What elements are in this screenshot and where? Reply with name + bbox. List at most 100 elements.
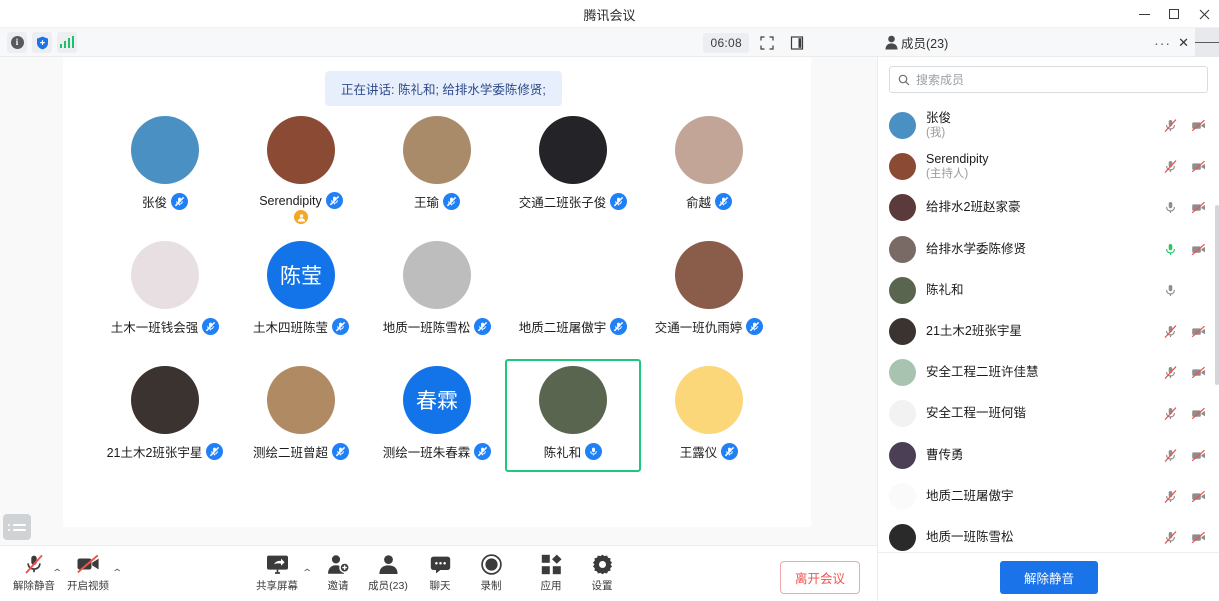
participant-name: 安全工程一班何锴 bbox=[926, 406, 1027, 421]
leave-meeting-button[interactable]: 离开会议 bbox=[779, 561, 860, 594]
camera-off-icon[interactable] bbox=[1191, 489, 1206, 504]
participant-row[interactable]: 给排水学委陈修贤 bbox=[878, 229, 1219, 270]
participant-row[interactable]: 21土木2班张宇星 bbox=[878, 311, 1219, 352]
camera-off-icon[interactable] bbox=[1191, 159, 1206, 174]
panel-scrollbar-thumb[interactable] bbox=[1215, 205, 1219, 385]
participant-name: Serendipity bbox=[926, 152, 989, 167]
participant-tile[interactable]: 张俊 bbox=[97, 109, 233, 222]
participant-row[interactable]: 给排水2班赵家豪 bbox=[878, 187, 1219, 228]
toolbar-item-chat[interactable]: 聊天 bbox=[412, 553, 468, 593]
camera-off-icon[interactable] bbox=[1191, 406, 1206, 421]
mic-muted-icon[interactable] bbox=[1163, 406, 1178, 421]
search-input[interactable] bbox=[916, 72, 1199, 87]
toolbar-item-camera-off[interactable]: 开启视频 bbox=[60, 553, 116, 593]
layout-icon bbox=[790, 35, 804, 50]
participant-tile[interactable]: 地质二班屠傲宇 bbox=[505, 234, 641, 347]
mic-speaking-icon[interactable] bbox=[1163, 242, 1178, 257]
mic-muted-icon[interactable] bbox=[1163, 530, 1178, 545]
participant-row[interactable]: 张俊 (我) bbox=[878, 105, 1219, 146]
participant-tile[interactable]: 交通二班张子俊 bbox=[505, 109, 641, 222]
close-icon bbox=[1199, 9, 1209, 19]
mic-muted-icon[interactable] bbox=[1163, 118, 1178, 133]
search-box[interactable] bbox=[889, 66, 1208, 93]
mic-muted-icon[interactable] bbox=[1163, 324, 1178, 339]
participant-row[interactable]: 安全工程二班许佳慧 bbox=[878, 352, 1219, 393]
participant-row[interactable]: 地质二班屠傲宇 bbox=[878, 476, 1219, 517]
participant-tile[interactable]: 王露仪 bbox=[641, 359, 777, 472]
mic-muted-icon[interactable] bbox=[1163, 365, 1178, 380]
tile-name-line: 交通一班仇雨婷 bbox=[655, 317, 764, 336]
status-left-icons: i bbox=[7, 32, 77, 53]
panel-close-button[interactable]: ✕ bbox=[1178, 35, 1189, 51]
participant-tile[interactable]: Serendipity bbox=[233, 109, 369, 225]
tile-name: 测绘二班曾超 bbox=[252, 446, 328, 460]
toolbar-item-settings-gear[interactable]: 设置 bbox=[574, 553, 630, 593]
participant-avatar bbox=[889, 276, 916, 304]
mic-muted-icon[interactable] bbox=[1163, 448, 1178, 463]
network-status-button[interactable] bbox=[57, 32, 77, 53]
camera-off-icon[interactable] bbox=[1191, 200, 1206, 215]
participant-row[interactable]: 安全工程一班何锴 bbox=[878, 393, 1219, 434]
participant-tile[interactable]: 测绘二班曾超 bbox=[233, 359, 369, 472]
participant-tile[interactable]: 21土木2班张宇星 bbox=[97, 359, 233, 472]
participant-tile[interactable]: 俞越 bbox=[641, 109, 777, 222]
participant-row[interactable]: 曹传勇 bbox=[878, 435, 1219, 476]
apps-icon bbox=[541, 553, 562, 575]
security-button[interactable] bbox=[32, 32, 52, 53]
meeting-toolbar: 离开会议 解除静音 ⌃ 开启视频 ⌃ 共享屏幕 ⌃ 邀请 成员(23) 聊天 录制 应用 设置 bbox=[0, 545, 877, 601]
participant-tile[interactable]: 地质一班陈雪松 bbox=[369, 234, 505, 347]
tile-name-line: 测绘二班曾超 bbox=[253, 442, 349, 461]
minimize-button[interactable] bbox=[1129, 0, 1159, 28]
toolbar-item-participants[interactable]: 成员(23) bbox=[360, 553, 416, 593]
tile-name-line: 土木四班陈莹 bbox=[253, 317, 349, 336]
toolbar-item-share-screen[interactable]: 共享屏幕 bbox=[249, 553, 305, 593]
maximize-button[interactable] bbox=[1159, 0, 1189, 28]
camera-off-icon[interactable] bbox=[1191, 530, 1206, 545]
fullscreen-button[interactable] bbox=[755, 31, 779, 54]
participant-tile[interactable]: 交通一班仇雨婷 bbox=[641, 234, 777, 347]
tile-name-line: 俞越 bbox=[686, 192, 732, 211]
close-button[interactable] bbox=[1189, 0, 1219, 28]
mic-on-icon[interactable] bbox=[1163, 283, 1178, 298]
chevron-up-icon[interactable]: ⌃ bbox=[111, 568, 123, 579]
participant-tile-grid: 张俊 Serendipity 王瑜 交通二班张子俊 俞越 土木一班钱会强 陈莹 土木四班陈莹地… bbox=[63, 109, 811, 472]
participants-list[interactable]: 张俊 (我) Serendipity (主持人) 给排水2班赵家豪 给排水学委陈修贤 陈礼和… bbox=[878, 105, 1219, 552]
toolbar-item-apps[interactable]: 应用 bbox=[523, 553, 579, 593]
toolbar-item-invite-user[interactable]: 邀请 bbox=[310, 553, 366, 593]
panel-more-button[interactable]: ··· bbox=[1154, 36, 1171, 50]
participant-tile[interactable]: 春霖 测绘一班朱春霖 bbox=[369, 359, 505, 472]
tile-name: 测绘一班朱春霖 bbox=[382, 446, 471, 460]
panel-menu-button[interactable] bbox=[1195, 28, 1219, 57]
tile-name-line: Serendipity bbox=[259, 192, 343, 209]
tile-row: 21土木2班张宇星测绘二班曾超 春霖 测绘一班朱春霖 陈礼和 王露仪 bbox=[63, 359, 811, 472]
chat-icon bbox=[430, 553, 451, 575]
handle-line bbox=[8, 528, 26, 531]
unmute-all-button[interactable]: 解除静音 bbox=[999, 560, 1098, 594]
mic-muted-icon[interactable] bbox=[1163, 489, 1178, 504]
participant-tile[interactable]: 陈莹 土木四班陈莹 bbox=[233, 234, 369, 347]
participant-media-icons bbox=[1163, 118, 1206, 133]
layout-view-button[interactable] bbox=[785, 31, 809, 54]
participant-tile[interactable]: 土木一班钱会强 bbox=[97, 234, 233, 347]
meeting-info-button[interactable]: i bbox=[7, 32, 27, 53]
camera-off-icon[interactable] bbox=[1191, 448, 1206, 463]
participant-row[interactable]: Serendipity (主持人) bbox=[878, 146, 1219, 187]
mic-muted-icon[interactable] bbox=[1163, 159, 1178, 174]
participant-row[interactable]: 地质一班陈雪松 bbox=[878, 517, 1219, 552]
tile-name: 地质一班陈雪松 bbox=[382, 321, 471, 335]
participant-avatar bbox=[889, 523, 916, 551]
camera-off-icon[interactable] bbox=[1191, 324, 1206, 339]
camera-off-icon[interactable] bbox=[1191, 365, 1206, 380]
camera-off-icon[interactable] bbox=[1191, 242, 1206, 257]
mic-on-icon[interactable] bbox=[1163, 200, 1178, 215]
camera-off-icon[interactable] bbox=[1191, 118, 1206, 133]
tile-name: 地质二班屠傲宇 bbox=[518, 321, 607, 335]
tile-name-line: 地质一班陈雪松 bbox=[383, 317, 492, 336]
toolbar-item-record[interactable]: 录制 bbox=[463, 553, 519, 593]
participant-tile[interactable]: 王瑜 bbox=[369, 109, 505, 222]
participant-tile[interactable]: 陈礼和 bbox=[505, 359, 641, 472]
sidebar-toggle-handle[interactable] bbox=[3, 514, 31, 540]
video-grid-area: 正在讲话: 陈礼和; 给排水学委陈修贤; 张俊 Serendipity 王瑜 交通二班… bbox=[63, 57, 811, 527]
toolbar-item-label: 解除静音 bbox=[13, 580, 55, 592]
participant-row[interactable]: 陈礼和 bbox=[878, 270, 1219, 311]
